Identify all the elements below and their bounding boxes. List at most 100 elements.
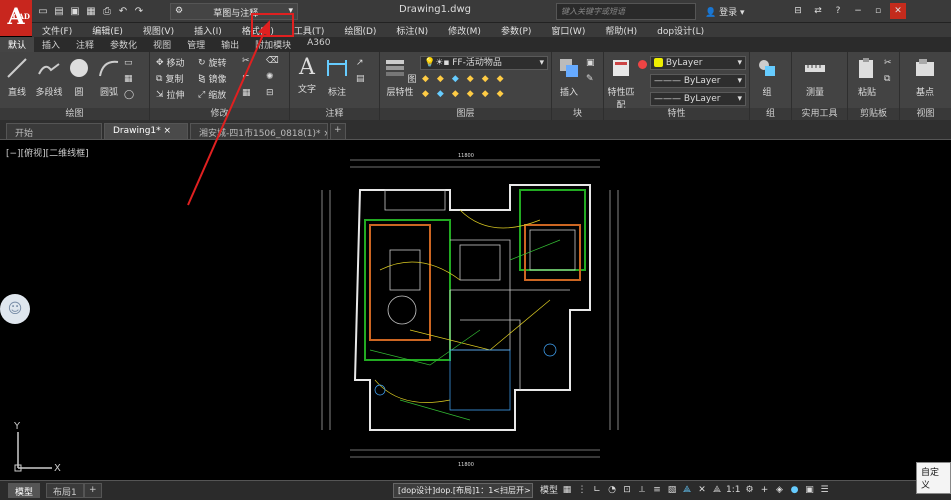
dimension-button[interactable]: 标注 [322, 56, 352, 98]
plus-icon[interactable]: + [759, 485, 771, 495]
circle-button[interactable]: 圆 [64, 56, 94, 98]
tab-annotate[interactable]: 注释 [68, 37, 102, 52]
ucs-y-label: Y [13, 421, 21, 432]
help-icon[interactable]: ? [830, 3, 846, 19]
open-icon[interactable]: ▤ [52, 5, 66, 19]
cut-icon[interactable]: ✂ [884, 58, 892, 68]
menu-help[interactable]: 帮助(H) [595, 23, 647, 37]
lineweight-icon[interactable]: ≡ [651, 485, 663, 495]
chat-bubble-icon[interactable]: ☺ [0, 294, 30, 324]
exchange-icon[interactable]: ⇄ [810, 3, 826, 19]
snap-icon[interactable]: ⋮ [576, 485, 588, 495]
tab-drawing1[interactable]: Drawing1* × [104, 123, 188, 139]
restore-button[interactable]: ▫ [870, 3, 886, 19]
tab-default[interactable]: 默认 [0, 37, 35, 52]
paste-button[interactable]: 粘贴 [852, 56, 882, 98]
login-button[interactable]: 👤 登录 ▾ [705, 5, 744, 18]
menu-dop[interactable]: dop设计(L) [647, 23, 714, 37]
menu-parametric[interactable]: 参数(P) [491, 23, 541, 37]
arc-button[interactable]: 圆弧 [94, 56, 124, 98]
edit-block-icon[interactable]: ✎ [586, 74, 594, 84]
grid-icon[interactable]: ▦ [561, 485, 573, 495]
layer-match-icon: ◆ [481, 74, 489, 84]
color-dropdown[interactable]: ByLayer ▾ [650, 56, 746, 70]
menu-edit[interactable]: 编辑(E) [82, 23, 133, 37]
isolate-icon[interactable]: ◈ [774, 485, 786, 495]
save-as-icon[interactable]: ▦ [84, 5, 98, 19]
leader-icon[interactable]: ↗ [356, 58, 364, 68]
ortho-icon[interactable]: ∟ [591, 485, 603, 495]
ellipse-icon[interactable]: ◯ [124, 90, 134, 100]
circle-icon [70, 59, 88, 77]
menu-modify[interactable]: 修改(M) [438, 23, 491, 37]
group-button[interactable]: 组 [752, 56, 782, 98]
line-button[interactable]: 直线 [2, 56, 32, 98]
undo-icon[interactable]: ↶ [116, 5, 130, 19]
match-properties-button[interactable]: 特性匹配 [606, 56, 636, 111]
base-point-button[interactable]: 基点 [910, 56, 940, 98]
cart-icon[interactable]: ⊟ [790, 3, 806, 19]
menu-dimension[interactable]: 标注(N) [386, 23, 438, 37]
insert-block-icon [560, 59, 578, 77]
linetype-dropdown[interactable]: ——— ByLayer ▾ [650, 74, 746, 88]
polyline-button[interactable]: 多段线 [34, 56, 64, 98]
save-icon[interactable]: ▣ [68, 5, 82, 19]
table-icon[interactable]: ▤ [356, 74, 365, 84]
print-icon[interactable]: ⎙ [100, 5, 114, 19]
minimize-button[interactable]: − [850, 3, 866, 19]
annotation-visibility-icon[interactable]: ✕ [696, 485, 708, 495]
new-tab-button[interactable]: + [330, 123, 346, 139]
insert-block-button[interactable]: 插入 [554, 56, 584, 98]
layer-tools-row2[interactable]: ◆ ◆ ◆ ◆ ◆ ◆ [422, 89, 504, 99]
measure-button[interactable]: 测量 [800, 56, 830, 98]
otrack-icon[interactable]: ⟂ [636, 485, 648, 495]
menu-file[interactable]: 文件(F) [32, 23, 82, 37]
hatch-icon[interactable]: ▦ [124, 74, 133, 84]
copy-clip-icon[interactable]: ⧉ [884, 74, 890, 84]
tools-menu-highlight [251, 13, 294, 37]
tab-model[interactable]: 模型 [8, 483, 41, 498]
search-input[interactable]: 键入关键字或短语 [556, 3, 696, 20]
osnap-icon[interactable]: ⊡ [621, 485, 633, 495]
menu-view[interactable]: 视图(V) [133, 23, 184, 37]
tab-parametric[interactable]: 参数化 [102, 37, 145, 52]
layer-properties-button[interactable]: 图层特性 [382, 56, 418, 98]
close-icon[interactable]: × [323, 129, 327, 139]
command-line[interactable]: [dop设计]dop.[布局]1：1<扫层开> [393, 483, 533, 498]
autoscale-icon[interactable]: ⟁ [711, 485, 723, 495]
annotation-scale-icon[interactable]: ⟁ [681, 485, 693, 495]
new-icon[interactable]: ▭ [36, 5, 50, 19]
hardware-icon[interactable]: ● [789, 485, 801, 495]
floor-plan-drawing[interactable]: 11800 11800 [310, 150, 630, 470]
lineweight-dropdown[interactable]: ——— ByLayer ▾ [650, 92, 746, 106]
tab-layout1[interactable]: 布局1 [46, 483, 84, 498]
close-button[interactable]: ✕ [890, 3, 906, 19]
rectangle-icon[interactable]: ▭ [124, 58, 133, 68]
customize-icon[interactable]: ☰ [819, 485, 831, 495]
redo-icon[interactable]: ↷ [132, 5, 146, 19]
menu-draw[interactable]: 绘图(D) [334, 23, 386, 37]
layer-dropdown[interactable]: 💡☀▪ FF-活动物品 ▾ [420, 56, 548, 70]
text-button[interactable]: A 文字 [292, 56, 322, 96]
close-icon[interactable]: × [164, 126, 172, 136]
viewport-controls[interactable]: [−][俯视][二维线框] [6, 146, 89, 159]
layer-freeze-icon: ◆ [451, 74, 459, 84]
add-layout-button[interactable]: + [84, 483, 102, 498]
tab-start[interactable]: 开始 [6, 123, 102, 139]
model-space-label[interactable]: 模型 [540, 483, 558, 496]
create-block-icon[interactable]: ▣ [586, 58, 595, 68]
menu-window[interactable]: 窗口(W) [541, 23, 595, 37]
gear-icon[interactable]: ⚙ [744, 485, 756, 495]
polar-icon[interactable]: ◔ [606, 485, 618, 495]
tab-insert[interactable]: 插入 [34, 37, 68, 52]
application-menu-button[interactable]: A CAD [0, 0, 32, 36]
group-icon [759, 60, 775, 76]
polyline-icon [38, 63, 60, 75]
clean-screen-icon[interactable]: ▣ [804, 485, 816, 495]
measure-icon [805, 65, 825, 72]
tab-view[interactable]: 视图 [145, 37, 179, 52]
tab-a360[interactable]: A360 [299, 37, 338, 52]
scale-value[interactable]: 1:1 [726, 485, 740, 495]
transparency-icon[interactable]: ▧ [666, 485, 678, 495]
layer-tools-row1[interactable]: ◆ ◆ ◆ ◆ ◆ ◆ [422, 74, 504, 84]
